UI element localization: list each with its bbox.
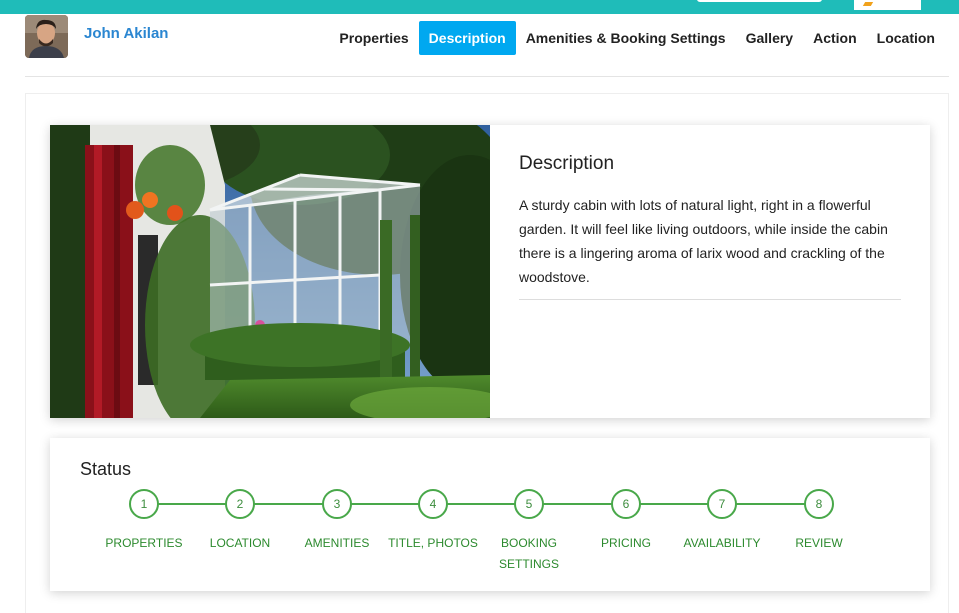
main-nav: Properties Description Amenities & Booki… [329, 21, 945, 55]
description-card: Description A sturdy cabin with lots of … [50, 125, 930, 418]
header-divider [25, 76, 949, 77]
user-name[interactable]: John Akilan [84, 25, 168, 42]
step-number: 6 [611, 489, 641, 519]
step-number: 5 [514, 489, 544, 519]
step-review[interactable]: 8 REVIEW [759, 489, 879, 554]
step-booking-settings[interactable]: 5 BOOKING SETTINGS [494, 489, 564, 575]
description-title: Description [519, 153, 615, 174]
step-title-photos[interactable]: 4 TITLE, PHOTOS [373, 489, 493, 554]
step-label: REVIEW [795, 536, 843, 550]
step-number: 7 [707, 489, 737, 519]
description-divider [519, 299, 901, 300]
step-number: 4 [418, 489, 448, 519]
property-photo[interactable] [50, 125, 490, 418]
nav-location[interactable]: Location [867, 21, 945, 55]
status-title: Status [80, 459, 132, 479]
step-number: 3 [322, 489, 352, 519]
step-label: TITLE, PHOTOS [388, 536, 478, 550]
nav-properties[interactable]: Properties [329, 21, 418, 55]
top-search-field[interactable] [697, 0, 822, 2]
nav-amenities-booking-settings[interactable]: Amenities & Booking Settings [516, 21, 736, 55]
description-body: Description A sturdy cabin with lots of … [519, 153, 901, 300]
status-card: Status 1 PROPERTIES 2 LOCATION 3 AMENITI… [50, 438, 930, 591]
step-number: 1 [129, 489, 159, 519]
nav-description[interactable]: Description [418, 21, 516, 55]
nav-gallery[interactable]: Gallery [736, 21, 803, 55]
avatar[interactable] [25, 15, 68, 58]
brand-logo[interactable] [854, 0, 921, 10]
nav-action[interactable]: Action [803, 21, 867, 55]
step-number: 8 [804, 489, 834, 519]
step-label: BOOKING SETTINGS [498, 536, 559, 571]
description-text: A sturdy cabin with lots of natural ligh… [519, 197, 888, 285]
step-number: 2 [225, 489, 255, 519]
top-bar [0, 0, 959, 14]
